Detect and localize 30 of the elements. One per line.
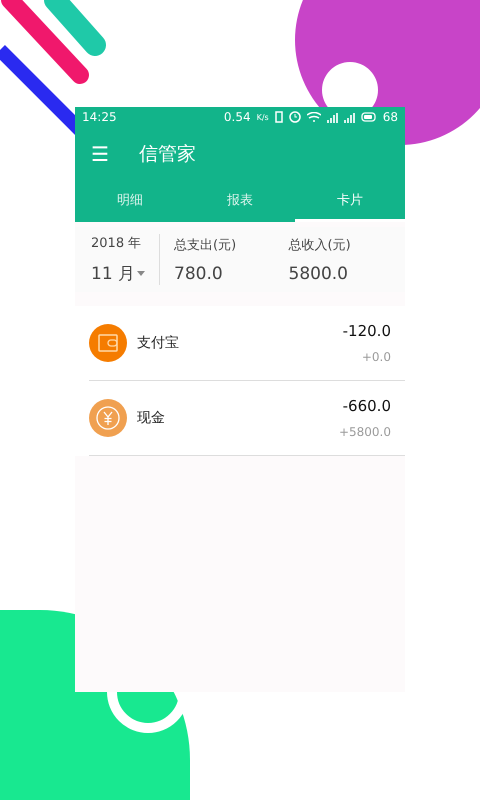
expense-total: 780.0: [174, 264, 224, 284]
account-income: +5800.0: [338, 425, 391, 439]
account-name: 支付宝: [137, 334, 180, 352]
signal-icon: [344, 112, 355, 122]
year-label: 2018 年: [91, 235, 142, 252]
expense-label: 总支出(元): [174, 236, 238, 254]
speed-unit: K/s: [256, 112, 269, 122]
app-title: 信管家: [138, 142, 196, 166]
month-selector[interactable]: 11 月: [91, 262, 136, 285]
wallet-icon: [89, 324, 127, 362]
signal-icon: [326, 112, 338, 122]
income-label: 总收入(元): [288, 236, 352, 254]
tab[interactable]: 报表: [185, 180, 295, 222]
tab[interactable]: 卡片: [295, 180, 405, 222]
coin-icon: [89, 399, 127, 437]
account-expense: -120.0: [342, 322, 391, 340]
network-speed: 0.54: [224, 110, 251, 124]
battery-level: 68: [382, 110, 398, 124]
tab[interactable]: 明细: [75, 180, 185, 222]
alarm-icon: [288, 111, 301, 123]
status-time: 14:25: [82, 110, 117, 124]
dropdown-icon[interactable]: [137, 271, 146, 276]
battery-icon: [360, 112, 377, 122]
wifi-icon: [306, 112, 321, 122]
menu-icon[interactable]: ☰: [91, 144, 109, 164]
account-income: +0.0: [362, 350, 391, 364]
vibrate-icon: [274, 111, 283, 123]
income-total: 5800.0: [288, 264, 349, 284]
account-name: 现金: [137, 409, 166, 427]
account-expense: -660.0: [342, 397, 391, 415]
